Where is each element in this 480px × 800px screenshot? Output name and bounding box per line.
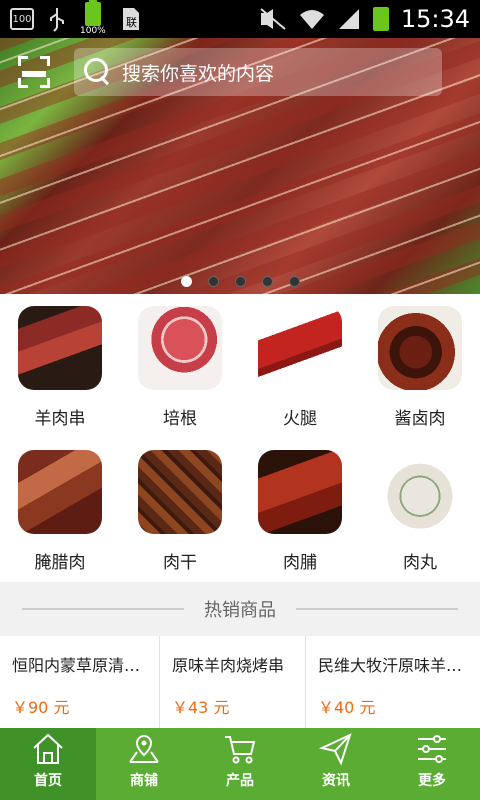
category-label: 火腿 <box>283 409 317 429</box>
tab-label: 产品 <box>226 773 254 789</box>
battery-icon <box>372 7 389 31</box>
battery-percent: 100% <box>80 26 106 36</box>
sliders-icon <box>418 735 446 763</box>
scan-icon[interactable] <box>18 56 50 88</box>
cart-icon <box>225 736 256 764</box>
carousel-dot[interactable] <box>207 276 219 287</box>
section-title: 热销商品 <box>204 600 276 621</box>
product-card[interactable]: 民维大牧汗原味羊肉串 ￥40 元 <box>306 636 480 728</box>
tab-news[interactable]: 资讯 <box>288 728 384 800</box>
category-label: 酱卤肉 <box>394 409 446 429</box>
category-image <box>138 306 222 390</box>
tab-products[interactable]: 产品 <box>192 728 288 800</box>
home-icon <box>33 733 63 764</box>
carousel-dot[interactable] <box>288 276 300 287</box>
category-image <box>258 450 342 534</box>
category-jerky[interactable]: 肉干 <box>120 438 240 582</box>
category-meat-floss[interactable]: 肉脯 <box>240 438 360 582</box>
mute-icon <box>260 8 286 30</box>
product-name: 原味羊肉烧烤串 <box>172 656 285 675</box>
tab-home[interactable]: 首页 <box>0 728 96 800</box>
map-icon <box>129 734 159 763</box>
category-ham[interactable]: 火腿 <box>240 294 360 438</box>
category-image <box>138 450 222 534</box>
category-label: 腌腊肉 <box>34 553 86 573</box>
category-image <box>378 450 462 534</box>
tab-label: 商铺 <box>130 773 158 789</box>
status-bar: 100 100% 联 15:34 <box>0 0 480 38</box>
category-label: 羊肉串 <box>34 409 86 429</box>
search-bar[interactable]: 搜索你喜欢的内容 <box>74 48 442 96</box>
clock: 15:34 <box>400 5 470 33</box>
category-image <box>18 306 102 390</box>
tab-more[interactable]: 更多 <box>384 728 480 800</box>
product-list: 恒阳内蒙草原清真羊肉串 ￥90 元 原味羊肉烧烤串 ￥43 元 民维大牧汗原味羊… <box>0 636 480 728</box>
carousel-dot[interactable] <box>234 276 246 287</box>
product-price: ￥43 元 <box>172 698 230 717</box>
product-card[interactable]: 恒阳内蒙草原清真羊肉串 ￥90 元 <box>0 636 160 728</box>
usb-icon <box>50 8 64 32</box>
category-label: 肉脯 <box>283 553 317 573</box>
category-meatball[interactable]: 肉丸 <box>360 438 480 582</box>
category-image <box>18 450 102 534</box>
tab-shops[interactable]: 商铺 <box>96 728 192 800</box>
send-icon <box>319 733 352 766</box>
product-price: ￥90 元 <box>12 698 70 717</box>
category-bacon[interactable]: 培根 <box>120 294 240 438</box>
bottom-tab-bar: 首页 商铺 产品 资讯 更多 <box>0 728 480 800</box>
category-grid: 羊肉串 培根 火腿 酱卤肉 腌腊肉 肉干 肉脯 肉丸 <box>0 294 480 582</box>
carousel-dot[interactable] <box>180 276 192 287</box>
product-name: 恒阳内蒙草原清真羊肉串 <box>12 656 159 675</box>
search-placeholder: 搜索你喜欢的内容 <box>122 62 275 85</box>
category-image <box>378 306 462 390</box>
wifi-icon <box>299 10 324 29</box>
category-braised-meat[interactable]: 酱卤肉 <box>360 294 480 438</box>
category-label: 肉丸 <box>403 553 437 573</box>
category-image <box>258 306 342 390</box>
tab-label: 首页 <box>34 773 62 789</box>
battery-full-icon: 100% <box>80 0 106 36</box>
product-name: 民维大牧汗原味羊肉串 <box>318 656 479 675</box>
hot-products-header: 热销商品 <box>0 582 480 636</box>
svg-text:联: 联 <box>126 16 137 29</box>
carousel-indicator <box>0 276 480 287</box>
divider <box>22 608 184 610</box>
category-label: 肉干 <box>163 553 197 573</box>
category-cured-meat[interactable]: 腌腊肉 <box>0 438 120 582</box>
notification-icon: 100 <box>10 8 34 30</box>
carousel-dot[interactable] <box>261 276 273 287</box>
category-label: 培根 <box>163 409 197 429</box>
search-icon <box>84 58 112 86</box>
product-card[interactable]: 原味羊肉烧烤串 ￥43 元 <box>160 636 306 728</box>
tab-label: 更多 <box>418 773 446 789</box>
category-lamb-skewer[interactable]: 羊肉串 <box>0 294 120 438</box>
product-price: ￥40 元 <box>318 698 376 717</box>
divider <box>296 608 458 610</box>
signal-icon <box>338 9 359 29</box>
tab-label: 资讯 <box>322 773 350 789</box>
doc-icon: 联 <box>122 8 139 30</box>
